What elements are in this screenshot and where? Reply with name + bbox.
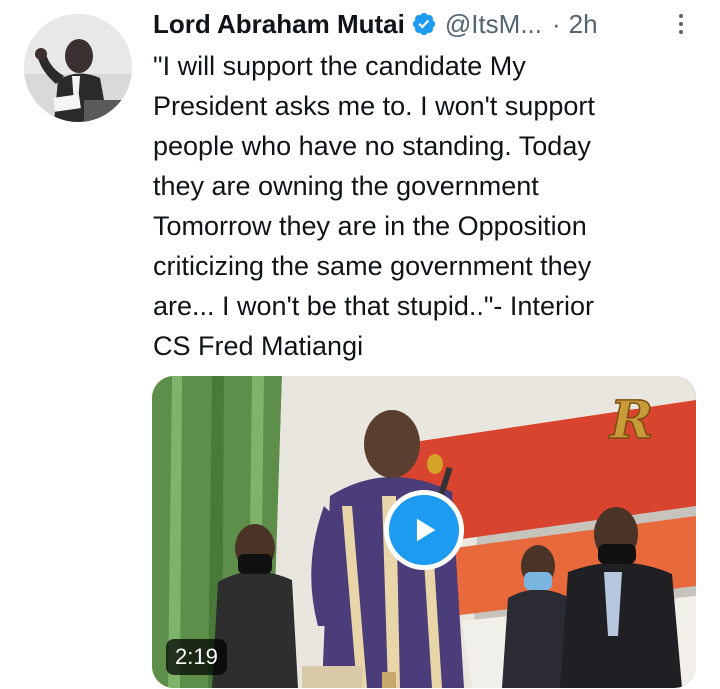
verified-badge-icon: [411, 11, 437, 37]
video-thumbnail[interactable]: R 2:19: [152, 376, 696, 688]
tweet-text: "I will support the candidate My Preside…: [153, 51, 595, 361]
more-options-icon[interactable]: [670, 8, 692, 40]
author-handle[interactable]: @ItsM...: [445, 9, 542, 40]
play-button[interactable]: [384, 490, 464, 570]
play-icon: [416, 518, 436, 542]
avatar[interactable]: [24, 14, 132, 122]
separator-dot: ·: [552, 8, 561, 39]
tweet[interactable]: Lord Abraham Mutai @ItsM... · 2h "I will…: [0, 0, 720, 689]
tweet-header: Lord Abraham Mutai @ItsM... · 2h: [153, 4, 598, 44]
video-duration: 2:19: [166, 639, 227, 675]
author-name[interactable]: Lord Abraham Mutai: [153, 9, 405, 40]
timestamp[interactable]: 2h: [569, 9, 598, 40]
watermark-logo: R: [608, 390, 653, 451]
